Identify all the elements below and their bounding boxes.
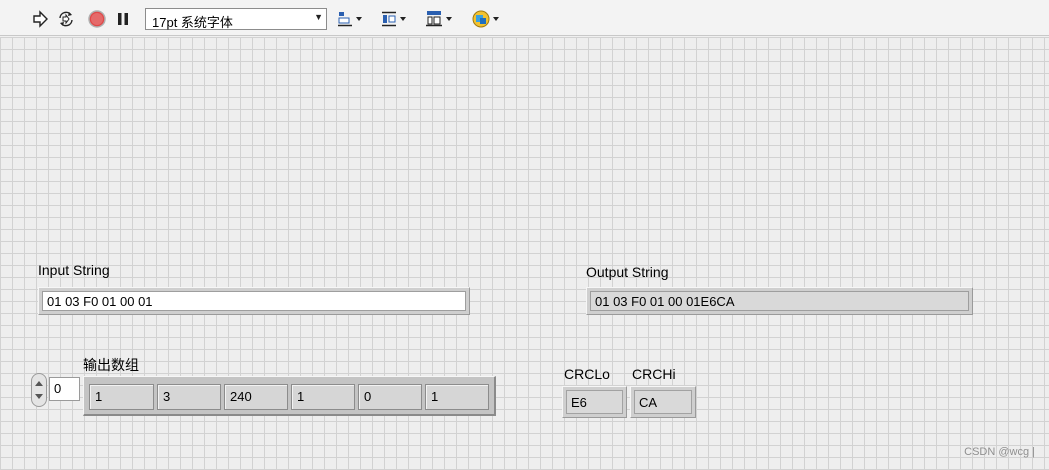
array-index-control[interactable]: 0 <box>31 373 81 407</box>
distribute-objects-icon[interactable] <box>380 8 410 30</box>
output-string-value: 01 03 F0 01 00 01E6CA <box>590 291 969 311</box>
input-string-field[interactable]: 01 03 F0 01 00 01 <box>42 291 466 311</box>
toolbar: 17pt 系统字体 ▼ <box>0 0 1049 36</box>
align-objects-icon[interactable] <box>336 8 366 30</box>
output-string-indicator: 01 03 F0 01 00 01E6CA <box>586 287 973 315</box>
crchi-value: CA <box>634 390 692 414</box>
output-array-label: 输出数组 <box>83 357 139 373</box>
array-element: 3 <box>157 384 221 410</box>
input-string-control[interactable]: 01 03 F0 01 00 01 <box>38 287 470 315</box>
run-arrow-icon[interactable] <box>29 8 51 30</box>
array-element: 0 <box>358 384 422 410</box>
crchi-label: CRCHi <box>632 366 676 382</box>
crchi-indicator: CA <box>630 386 696 418</box>
output-array: 1 3 240 1 0 1 <box>83 376 496 416</box>
increment-arrow-icon[interactable] <box>35 381 43 386</box>
index-spinner[interactable] <box>31 373 47 407</box>
font-value: 17pt 系统字体 <box>152 15 233 30</box>
abort-icon[interactable] <box>86 8 108 30</box>
input-string-label: Input String <box>38 262 110 278</box>
reorder-icon[interactable] <box>470 8 504 30</box>
output-string-label: Output String <box>586 264 669 280</box>
crclo-label: CRCLo <box>564 366 610 382</box>
crclo-indicator: E6 <box>562 386 627 418</box>
chevron-down-icon: ▼ <box>314 12 323 22</box>
run-continuously-icon[interactable] <box>55 8 77 30</box>
decrement-arrow-icon[interactable] <box>35 394 43 399</box>
array-element: 1 <box>89 384 154 410</box>
pause-icon[interactable] <box>112 8 134 30</box>
watermark: CSDN @wcg | <box>964 446 1035 458</box>
resize-objects-icon[interactable] <box>424 8 456 30</box>
array-index-field[interactable]: 0 <box>49 377 80 401</box>
array-element: 1 <box>291 384 355 410</box>
crclo-value: E6 <box>566 390 623 414</box>
text-settings-dropdown[interactable]: 17pt 系统字体 ▼ <box>145 8 327 30</box>
array-element: 1 <box>425 384 489 410</box>
array-element: 240 <box>224 384 288 410</box>
